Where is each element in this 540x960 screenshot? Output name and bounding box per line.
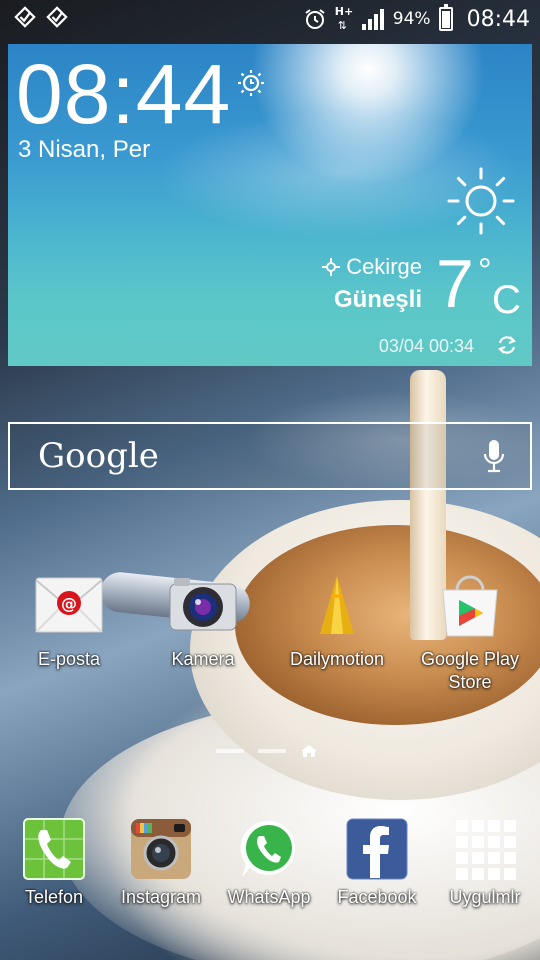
battery-percent: 94%: [392, 9, 431, 29]
status-clock: 08:44: [466, 6, 530, 32]
google-search-bar[interactable]: Google: [8, 422, 532, 490]
app-label: Telefon: [24, 887, 84, 907]
weather-updated-time: 03/04 00:34: [378, 336, 474, 356]
dock-app-whatsapp[interactable]: WhatsApp: [209, 818, 329, 909]
phone-icon: [23, 818, 85, 880]
app-play-store[interactable]: Google Play Store: [410, 572, 530, 694]
dock-apps-drawer[interactable]: Uygulmlr: [425, 818, 540, 909]
signal-icon: [361, 9, 384, 30]
alarm-clock-icon: [238, 70, 264, 96]
dropbox-notification-icon: [46, 6, 68, 28]
page-indicator-dash[interactable]: [216, 749, 244, 753]
battery-icon: [438, 4, 453, 31]
dock-app-facebook[interactable]: Facebook: [317, 818, 437, 909]
app-label: Instagram: [120, 887, 202, 907]
weather-temperature: 7: [436, 246, 474, 322]
app-label: WhatsApp: [227, 887, 311, 907]
app-label: Facebook: [337, 887, 417, 907]
home-page-icon[interactable]: [300, 744, 318, 758]
sun-icon: [447, 167, 515, 235]
email-icon: @: [34, 572, 104, 642]
weather-clock-widget[interactable]: 08:44 3 Nisan, Per Cekirge Güneşli 7 ° C…: [8, 44, 532, 366]
page-indicator[interactable]: [216, 744, 318, 758]
apps-grid-icon: [454, 818, 516, 880]
camera-icon: [168, 572, 238, 642]
svg-text:@: @: [61, 594, 77, 613]
widget-date: 3 Nisan, Per: [18, 136, 151, 163]
dock-app-phone[interactable]: Telefon: [0, 818, 114, 909]
page-indicator-dash[interactable]: [258, 749, 286, 753]
dock-app-instagram[interactable]: Instagram: [101, 818, 221, 909]
app-label: Dailymotion: [289, 649, 385, 669]
app-camera[interactable]: Kamera: [143, 572, 263, 671]
weather-location-row: Cekirge: [322, 254, 422, 280]
weather-unit: C: [492, 278, 521, 322]
play-store-icon: [435, 572, 505, 642]
whatsapp-icon: [238, 818, 300, 880]
dailymotion-icon: [302, 572, 372, 642]
app-label: Google Play Store: [420, 649, 520, 692]
location-icon: [322, 258, 341, 276]
app-label: Uygulmlr: [449, 887, 521, 907]
battery-level: [441, 11, 450, 28]
dropbox-notification-icon: [14, 6, 36, 28]
google-logo[interactable]: Google: [38, 436, 159, 476]
hspa-plus-icon: H+ ⇅: [334, 5, 354, 32]
alarm-icon: [305, 9, 325, 29]
weather-degree-symbol: °: [478, 252, 492, 290]
instagram-icon: [130, 818, 192, 880]
weather-condition: Güneşli: [333, 286, 422, 313]
status-bar[interactable]: H+ ⇅ 94% 08:44: [0, 0, 540, 38]
network-type-label: H+: [334, 5, 354, 18]
weather-location: Cekirge: [346, 254, 422, 279]
app-label: E-posta: [37, 649, 101, 669]
refresh-icon[interactable]: [496, 334, 518, 356]
microphone-icon[interactable]: [482, 438, 506, 476]
facebook-icon: [346, 818, 408, 880]
app-dailymotion[interactable]: Dailymotion: [277, 572, 397, 671]
widget-clock[interactable]: 08:44: [16, 52, 231, 136]
app-email[interactable]: @ E-posta: [9, 572, 129, 671]
app-label: Kamera: [171, 649, 235, 669]
